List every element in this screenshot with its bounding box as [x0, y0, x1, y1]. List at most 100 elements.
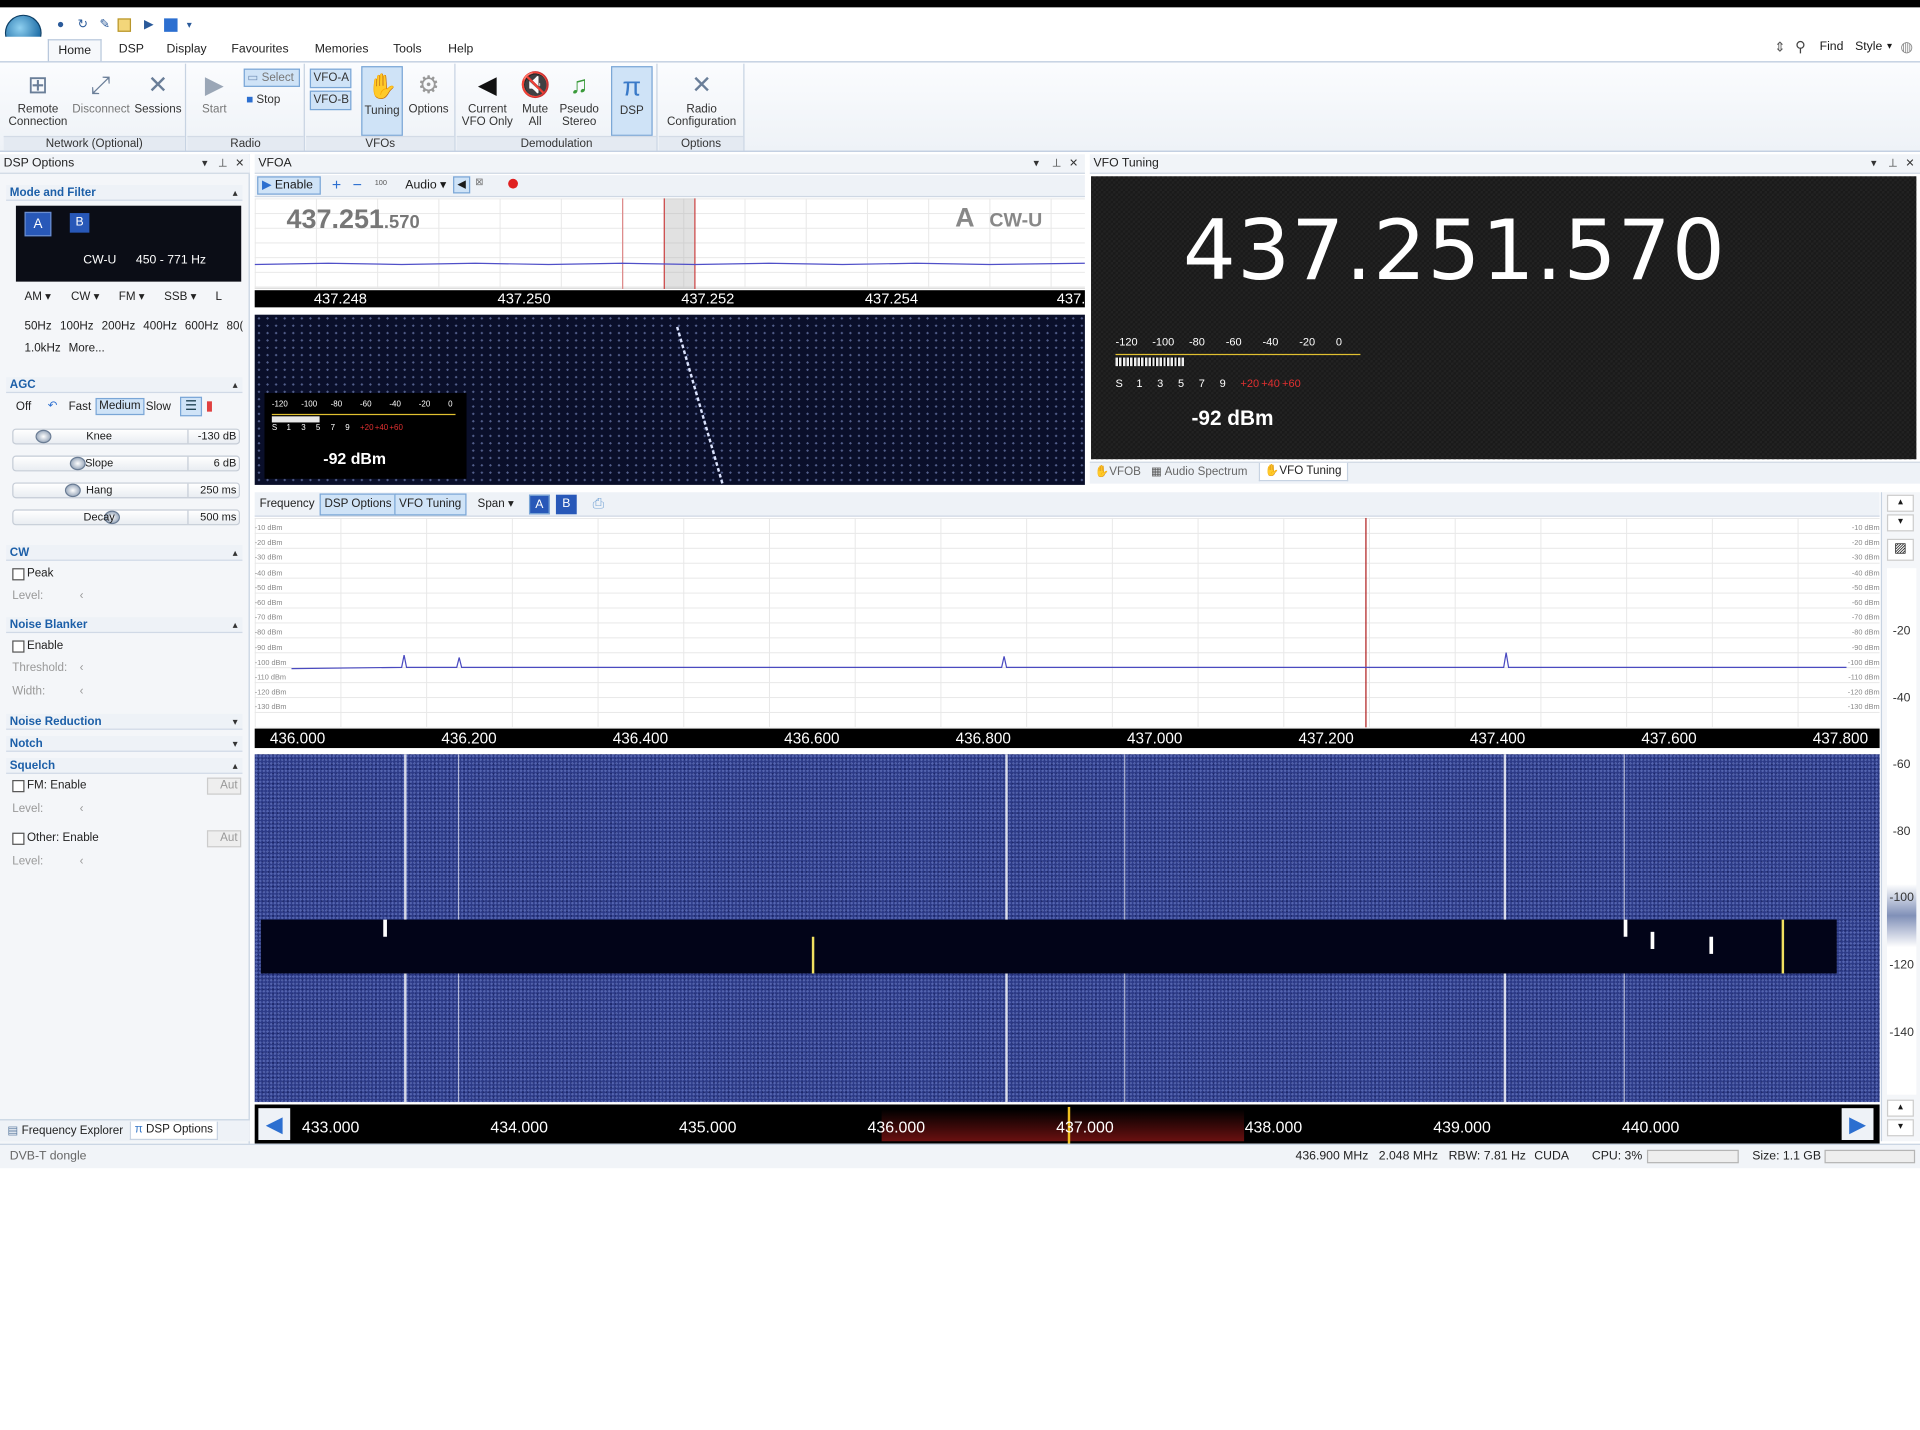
bw-more[interactable]: More... — [69, 342, 105, 357]
mode-l-dropdown[interactable]: L — [216, 290, 222, 305]
tab-home[interactable]: Home — [47, 39, 102, 62]
chevron-up-icon[interactable]: ▴ — [233, 758, 238, 774]
pin-icon[interactable]: ⊥ — [1052, 154, 1062, 172]
zoom-in-icon[interactable]: + — [332, 175, 341, 193]
vfo-a-selector[interactable]: A — [24, 211, 52, 237]
disconnect-button[interactable]: ⤢ Disconnect — [72, 66, 130, 136]
tab-help[interactable]: Help — [443, 39, 478, 61]
agc-off[interactable]: Off — [16, 400, 31, 415]
chevron-down-icon[interactable]: ▾ — [233, 736, 238, 752]
squelch-other-auto-button[interactable]: Aut — [206, 830, 242, 848]
mute-all-button[interactable]: 🔇 Mute All — [518, 66, 552, 136]
nb-enable-checkbox[interactable] — [12, 640, 25, 653]
tab-display[interactable]: Display — [162, 39, 212, 61]
qa-redo-icon[interactable]: ↻ — [76, 18, 89, 31]
scroll-down-button[interactable]: ▾ — [1886, 514, 1914, 532]
main-waterfall[interactable] — [254, 754, 1880, 1103]
filter-passband[interactable] — [663, 198, 696, 289]
waterfall-settings-icon[interactable]: ▨ — [1886, 538, 1914, 561]
qa-more-icon[interactable]: ▾ — [182, 18, 195, 31]
print-icon[interactable]: ⎙ — [593, 495, 605, 513]
chevron-down-icon[interactable]: ▾ — [1871, 154, 1877, 172]
scroll-down-button[interactable]: ▾ — [1886, 1119, 1914, 1137]
tab-tools[interactable]: Tools — [388, 39, 426, 61]
tab-audio-spectrum[interactable]: ▦ Audio Spectrum — [1151, 465, 1247, 480]
mode-ssb-dropdown[interactable]: SSB ▾ — [164, 290, 196, 305]
style-button[interactable]: Style — [1855, 40, 1882, 53]
stop-button[interactable]: ■ Stop — [244, 92, 300, 110]
remote-connection-button[interactable]: ⊞ Remote Connection — [6, 66, 70, 136]
section-squelch[interactable]: Squelch ▴ — [6, 757, 243, 774]
chevron-up-icon[interactable]: ▴ — [233, 185, 238, 201]
decay-slider[interactable]: Decay 500 ms — [12, 509, 241, 526]
mode-am-dropdown[interactable]: AM ▾ — [24, 290, 51, 305]
section-agc[interactable]: AGC ▴ — [6, 377, 243, 394]
agc-medium[interactable]: Medium — [95, 397, 145, 416]
agc-fast[interactable]: Fast — [69, 400, 92, 415]
tab-vfob[interactable]: ✋VFOB — [1095, 465, 1141, 480]
qa-undo-icon[interactable]: ● — [54, 18, 67, 31]
chevron-left-icon[interactable]: ‹ — [80, 589, 84, 604]
tab-vfo-tuning-toolbar[interactable]: VFO Tuning — [394, 493, 467, 516]
knee-slider[interactable]: Knee -130 dB — [12, 428, 241, 445]
sessions-button[interactable]: ✕ Sessions — [133, 66, 182, 136]
scroll-up-button[interactable]: ▴ — [1886, 1099, 1914, 1117]
tab-frequency[interactable]: Frequency — [260, 497, 315, 512]
bw-600hz[interactable]: 600Hz — [185, 320, 219, 335]
squelch-fm-auto-button[interactable]: Aut — [206, 777, 242, 795]
pseudo-stereo-button[interactable]: ♫ Pseudo Stereo — [555, 66, 604, 136]
chevron-down-icon[interactable]: ▾ — [1033, 154, 1039, 172]
help-icon[interactable]: ◍ — [1900, 38, 1913, 55]
zoom-out-icon[interactable]: − — [353, 175, 362, 193]
vfo-a-button[interactable]: VFO-A — [309, 68, 352, 89]
current-vfo-only-button[interactable]: ◀ Current VFO Only — [460, 66, 514, 136]
vfo-tuning-display[interactable]: 437.251.570 -120 -100 -80 -60 -40 -20 0 S1 357 9… — [1091, 176, 1917, 460]
dsp-button[interactable]: π DSP — [611, 66, 653, 136]
bw-1khz[interactable]: 1.0kHz — [24, 342, 60, 357]
bw-400hz[interactable]: 400Hz — [143, 320, 177, 335]
pin-icon[interactable]: ⊥ — [1888, 154, 1898, 172]
slope-slider[interactable]: Slope 6 dB — [12, 455, 241, 472]
section-cw[interactable]: CW ▴ — [6, 544, 243, 561]
splitter[interactable] — [254, 308, 1085, 314]
agc-settings-icon[interactable]: ☰ — [180, 396, 203, 417]
bw-100hz[interactable]: 100Hz — [60, 320, 94, 335]
chevron-left-icon[interactable]: ‹ — [80, 661, 84, 676]
section-noise-reduction[interactable]: Noise Reduction ▾ — [6, 713, 243, 730]
chevron-left-icon[interactable]: ‹ — [80, 802, 84, 817]
chevron-up-icon[interactable]: ▴ — [233, 545, 238, 561]
tab-frequency-explorer[interactable]: ▤ Frequency Explorer — [7, 1124, 123, 1139]
options-button[interactable]: ⚙ Options — [405, 66, 452, 136]
vfoa-spectrum[interactable]: 437.251.570 A CW-U — [254, 198, 1085, 289]
vfoa-waterfall[interactable]: -120 -100 -80 -60 -40 -20 0 S 1 3 5 7 9 +20 +40 +60 -9… — [254, 314, 1085, 485]
bw-800hz[interactable]: 80( — [227, 320, 243, 335]
chevron-down-icon[interactable]: ▾ — [233, 714, 238, 730]
spectrum-vfo-b[interactable]: B — [555, 494, 577, 515]
chevron-down-icon[interactable]: ▾ — [202, 154, 208, 172]
mode-fm-dropdown[interactable]: FM ▾ — [119, 290, 145, 305]
vfo-b-selector[interactable]: B — [69, 213, 90, 233]
hang-slider[interactable]: Hang 250 ms — [12, 482, 241, 499]
chevron-up-icon[interactable]: ▴ — [233, 377, 238, 393]
pin-icon[interactable]: ⊥ — [218, 154, 228, 172]
section-mode-and-filter[interactable]: Mode and Filter ▴ — [6, 184, 243, 201]
squelch-other-checkbox[interactable] — [12, 832, 25, 845]
chevron-down-icon[interactable]: ▾ — [1887, 40, 1892, 51]
close-icon[interactable]: ✕ — [1069, 154, 1078, 172]
bw-50hz[interactable]: 50Hz — [24, 320, 51, 335]
pin-icon[interactable]: ⇕ — [1774, 39, 1785, 55]
tab-vfo-tuning[interactable]: ✋VFO Tuning — [1258, 462, 1348, 482]
tab-favourites[interactable]: Favourites — [227, 39, 294, 61]
start-button[interactable]: ▶ Start — [191, 66, 238, 136]
tuning-button[interactable]: ✋ Tuning — [361, 66, 403, 136]
chevron-left-icon[interactable]: ‹ — [80, 684, 84, 699]
tab-memories[interactable]: Memories — [310, 39, 374, 61]
cw-peak-checkbox[interactable] — [12, 568, 25, 581]
chevron-left-icon[interactable]: ‹ — [80, 855, 84, 870]
record-icon[interactable] — [508, 178, 518, 189]
chart-icon[interactable]: ▮ — [206, 398, 213, 414]
vfo-marker[interactable] — [1365, 517, 1367, 728]
close-icon[interactable]: ✕ — [235, 154, 244, 172]
agc-slow[interactable]: Slow — [146, 400, 171, 415]
mode-cw-dropdown[interactable]: CW ▾ — [71, 290, 99, 305]
